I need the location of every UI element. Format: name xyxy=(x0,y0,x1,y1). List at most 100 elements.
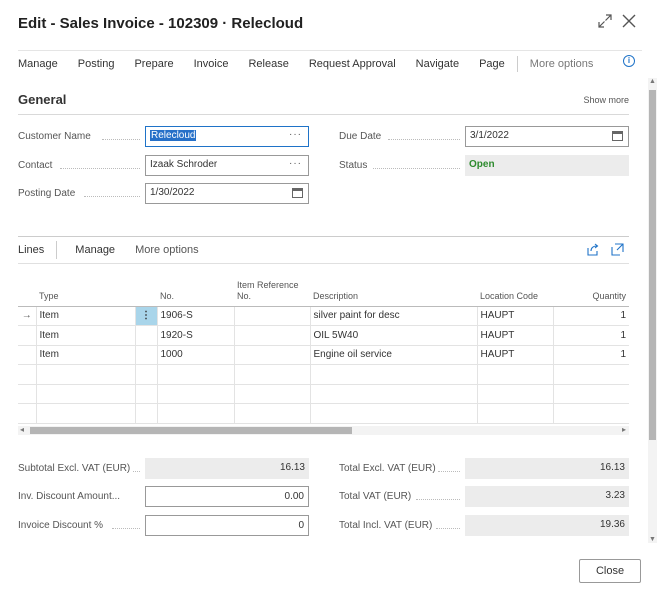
calendar-icon[interactable] xyxy=(612,131,623,141)
column-header-quantity[interactable]: Quantity xyxy=(553,275,629,307)
customer-name-field[interactable]: Relecloud ··· xyxy=(145,126,309,147)
scroll-left-icon[interactable]: ◂ xyxy=(20,425,24,434)
row-selector[interactable] xyxy=(18,325,36,346)
menu-request-approval[interactable]: Request Approval xyxy=(309,58,396,70)
inv-discount-amount-field[interactable]: 0.00 xyxy=(145,486,309,507)
empty-cell[interactable] xyxy=(309,384,477,404)
total-excl-vat-value: 16.13 xyxy=(465,458,629,479)
empty-cell[interactable] xyxy=(476,364,553,385)
invoice-discount-pct-field[interactable]: 0 xyxy=(145,515,309,536)
cell-quantity[interactable]: 1 xyxy=(552,306,629,326)
share-icon[interactable] xyxy=(586,243,599,259)
menu-release[interactable]: Release xyxy=(248,58,288,70)
empty-cell[interactable] xyxy=(552,364,629,385)
cell-no[interactable]: 1920-S xyxy=(156,325,234,346)
cell-no[interactable]: 1906-S xyxy=(156,306,234,326)
scroll-right-icon[interactable]: ▸ xyxy=(622,425,626,434)
empty-cell[interactable] xyxy=(233,403,310,424)
cell-description[interactable]: Engine oil service xyxy=(309,345,477,365)
empty-cell[interactable] xyxy=(309,364,477,385)
status-badge: Open xyxy=(469,159,495,170)
empty-cell[interactable] xyxy=(134,384,157,404)
scrollbar-thumb[interactable] xyxy=(30,427,352,434)
menu-manage[interactable]: Manage xyxy=(18,58,58,70)
menu-invoice[interactable]: Invoice xyxy=(194,58,229,70)
empty-cell[interactable] xyxy=(156,403,234,424)
info-icon[interactable]: i xyxy=(623,55,635,67)
empty-row[interactable] xyxy=(18,364,629,385)
vertical-scrollbar[interactable]: ▲ ▼ xyxy=(648,78,657,543)
scroll-down-icon[interactable]: ▼ xyxy=(649,536,656,543)
table-row[interactable]: Item 1920-S OIL 5W40 HAUPT 1 xyxy=(18,325,629,346)
menu-navigate[interactable]: Navigate xyxy=(416,58,459,70)
lookup-ellipsis-icon[interactable]: ··· xyxy=(289,158,302,169)
posting-date-field[interactable]: 1/30/2022 xyxy=(145,183,309,204)
row-actions[interactable] xyxy=(134,325,157,346)
empty-cell[interactable] xyxy=(35,403,135,424)
empty-cell[interactable] xyxy=(35,364,135,385)
due-date-field[interactable]: 3/1/2022 xyxy=(465,126,629,147)
cell-location[interactable]: HAUPT xyxy=(476,345,553,365)
row-selector[interactable] xyxy=(18,345,36,365)
menu-page[interactable]: Page xyxy=(479,58,505,70)
empty-row[interactable] xyxy=(18,403,629,424)
lines-divider xyxy=(56,241,58,259)
cell-quantity[interactable]: 1 xyxy=(552,345,629,365)
section-title: General xyxy=(18,92,67,107)
empty-cell xyxy=(18,384,36,404)
empty-cell xyxy=(18,403,36,424)
expand-icon[interactable] xyxy=(598,14,612,33)
lookup-ellipsis-icon[interactable]: ··· xyxy=(289,129,302,140)
column-header-location-code[interactable]: Location Code xyxy=(477,275,553,307)
table-row[interactable]: → Item ⋮ 1906-S silver paint for desc HA… xyxy=(18,306,629,326)
empty-cell[interactable] xyxy=(476,384,553,404)
empty-cell[interactable] xyxy=(233,384,310,404)
cell-type[interactable]: Item xyxy=(35,306,135,326)
close-icon[interactable] xyxy=(622,14,636,33)
cell-description[interactable]: silver paint for desc xyxy=(309,306,477,326)
expand-lines-icon[interactable] xyxy=(611,243,624,259)
cell-item-reference[interactable] xyxy=(233,325,310,346)
menu-posting[interactable]: Posting xyxy=(78,58,115,70)
contact-field[interactable]: Izaak Schroder ··· xyxy=(145,155,309,176)
cell-item-reference[interactable] xyxy=(233,345,310,365)
calendar-icon[interactable] xyxy=(292,188,303,198)
cell-location[interactable]: HAUPT xyxy=(476,325,553,346)
cell-location[interactable]: HAUPT xyxy=(476,306,553,326)
empty-row[interactable] xyxy=(18,384,629,404)
show-more-link[interactable]: Show more xyxy=(583,95,629,105)
cell-type[interactable]: Item xyxy=(35,345,135,365)
lines-manage-button[interactable]: Manage xyxy=(75,244,115,256)
empty-cell[interactable] xyxy=(134,403,157,424)
cell-description[interactable]: OIL 5W40 xyxy=(309,325,477,346)
cell-type[interactable]: Item xyxy=(35,325,135,346)
lines-more-options[interactable]: More options xyxy=(135,244,199,256)
empty-cell[interactable] xyxy=(552,403,629,424)
column-header-description[interactable]: Description xyxy=(310,275,477,307)
empty-cell[interactable] xyxy=(309,403,477,424)
column-arrow xyxy=(18,275,36,307)
row-actions-icon[interactable]: ⋮ xyxy=(134,306,157,326)
menu-prepare[interactable]: Prepare xyxy=(134,58,173,70)
close-button[interactable]: Close xyxy=(579,559,641,583)
invoice-discount-pct-label: Invoice Discount % xyxy=(18,520,104,531)
row-actions[interactable] xyxy=(134,345,157,365)
empty-cell[interactable] xyxy=(156,384,234,404)
empty-cell[interactable] xyxy=(552,384,629,404)
scroll-up-icon[interactable]: ▲ xyxy=(649,78,656,85)
empty-cell[interactable] xyxy=(233,364,310,385)
column-header-type[interactable]: Type xyxy=(36,275,135,307)
empty-cell[interactable] xyxy=(476,403,553,424)
cell-no[interactable]: 1000 xyxy=(156,345,234,365)
empty-cell[interactable] xyxy=(134,364,157,385)
empty-cell[interactable] xyxy=(35,384,135,404)
column-header-no[interactable]: No. xyxy=(157,275,234,307)
cell-quantity[interactable]: 1 xyxy=(552,325,629,346)
empty-cell[interactable] xyxy=(156,364,234,385)
horizontal-scrollbar[interactable]: ◂ ▸ xyxy=(18,425,629,435)
table-row[interactable]: Item 1000 Engine oil service HAUPT 1 xyxy=(18,345,629,365)
scrollbar-thumb[interactable] xyxy=(649,90,656,440)
cell-item-reference[interactable] xyxy=(233,306,310,326)
column-header-item-reference-no[interactable]: Item Reference No. xyxy=(234,275,310,307)
menu-more-options[interactable]: More options xyxy=(530,58,594,70)
